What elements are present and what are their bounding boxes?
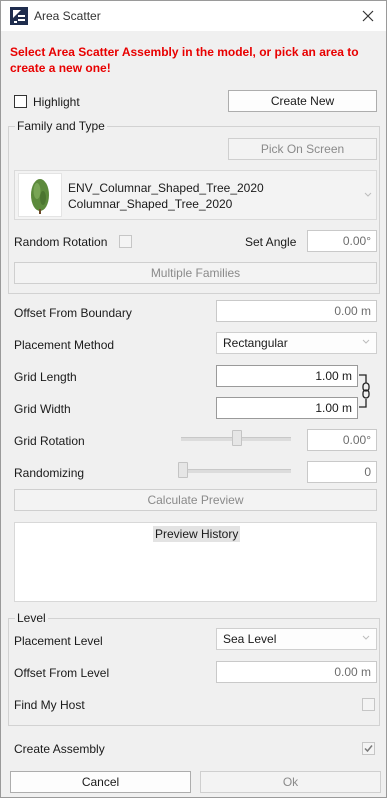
type-name: Columnar_Shaped_Tree_2020 — [68, 197, 233, 211]
close-button[interactable] — [356, 5, 380, 27]
highlight-label: Highlight — [33, 95, 80, 109]
placement-level-value: Sea Level — [223, 632, 277, 646]
family-name: ENV_Columnar_Shaped_Tree_2020 — [68, 181, 264, 195]
chevron-down-icon — [362, 339, 370, 344]
grid-rotation-label: Grid Rotation — [14, 434, 85, 448]
ok-button[interactable]: Ok — [200, 771, 381, 793]
grid-rotation-slider-thumb[interactable] — [232, 430, 242, 446]
create-assembly-label: Create Assembly — [14, 742, 105, 756]
offset-from-boundary-field[interactable]: 0.00 m — [216, 300, 377, 322]
family-and-type-title: Family and Type — [15, 119, 107, 133]
level-group-title: Level — [15, 611, 48, 625]
family-thumbnail — [18, 173, 62, 217]
calculate-preview-button[interactable]: Calculate Preview — [14, 489, 377, 511]
close-icon — [362, 10, 374, 22]
grid-length-label: Grid Length — [14, 370, 77, 384]
area-scatter-window: Area Scatter Select Area Scatter Assembl… — [0, 0, 387, 798]
random-rotation-label: Random Rotation — [14, 235, 108, 249]
placement-level-label: Placement Level — [14, 634, 103, 648]
randomizing-slider-thumb[interactable] — [178, 462, 188, 478]
set-angle-field[interactable]: 0.00° — [307, 230, 377, 252]
set-angle-label: Set Angle — [245, 235, 297, 249]
offset-from-level-field[interactable]: 0.00 m — [216, 661, 377, 683]
preview-history-panel[interactable]: Preview History — [14, 522, 377, 602]
placement-method-value: Rectangular — [223, 336, 288, 350]
grid-length-field[interactable]: 1.00 m — [216, 365, 358, 387]
instruction-line-2: create a new one! — [10, 61, 111, 75]
window-title: Area Scatter — [34, 9, 101, 23]
tree-icon — [31, 179, 49, 214]
area-scatter-app-icon — [10, 7, 28, 25]
placement-level-select[interactable]: Sea Level — [216, 628, 377, 650]
grid-rotation-field[interactable]: 0.00° — [307, 429, 377, 451]
randomizing-label: Randomizing — [14, 466, 85, 480]
create-new-button[interactable]: Create New — [228, 90, 377, 112]
find-my-host-label: Find My Host — [14, 698, 85, 712]
find-my-host-checkbox[interactable] — [362, 698, 375, 711]
placement-method-label: Placement Method — [14, 338, 115, 352]
title-bar[interactable]: Area Scatter — [1, 1, 386, 31]
grid-width-field[interactable]: 1.00 m — [216, 397, 358, 419]
family-type-selector[interactable]: ENV_Columnar_Shaped_Tree_2020 Columnar_S… — [14, 170, 377, 220]
placement-method-select[interactable]: Rectangular — [216, 332, 377, 354]
highlight-checkbox[interactable] — [14, 95, 27, 108]
instruction-line-1: Select Area Scatter Assembly in the mode… — [10, 45, 359, 59]
link-ratio-icon[interactable] — [358, 371, 378, 411]
chevron-down-icon — [362, 635, 370, 640]
checkmark-icon — [364, 745, 373, 753]
create-assembly-checkbox[interactable] — [362, 742, 375, 755]
offset-from-boundary-label: Offset From Boundary — [14, 306, 132, 320]
randomizing-field[interactable]: 0 — [307, 461, 377, 483]
pick-on-screen-button[interactable]: Pick On Screen — [228, 138, 377, 160]
chevron-down-icon — [364, 192, 372, 197]
offset-from-level-label: Offset From Level — [14, 666, 110, 680]
cancel-button[interactable]: Cancel — [10, 771, 191, 793]
grid-width-label: Grid Width — [14, 402, 71, 416]
random-rotation-checkbox[interactable] — [119, 235, 132, 248]
randomizing-slider-track[interactable] — [181, 469, 291, 473]
preview-history-label: Preview History — [153, 526, 241, 542]
multiple-families-button[interactable]: Multiple Families — [14, 262, 377, 284]
